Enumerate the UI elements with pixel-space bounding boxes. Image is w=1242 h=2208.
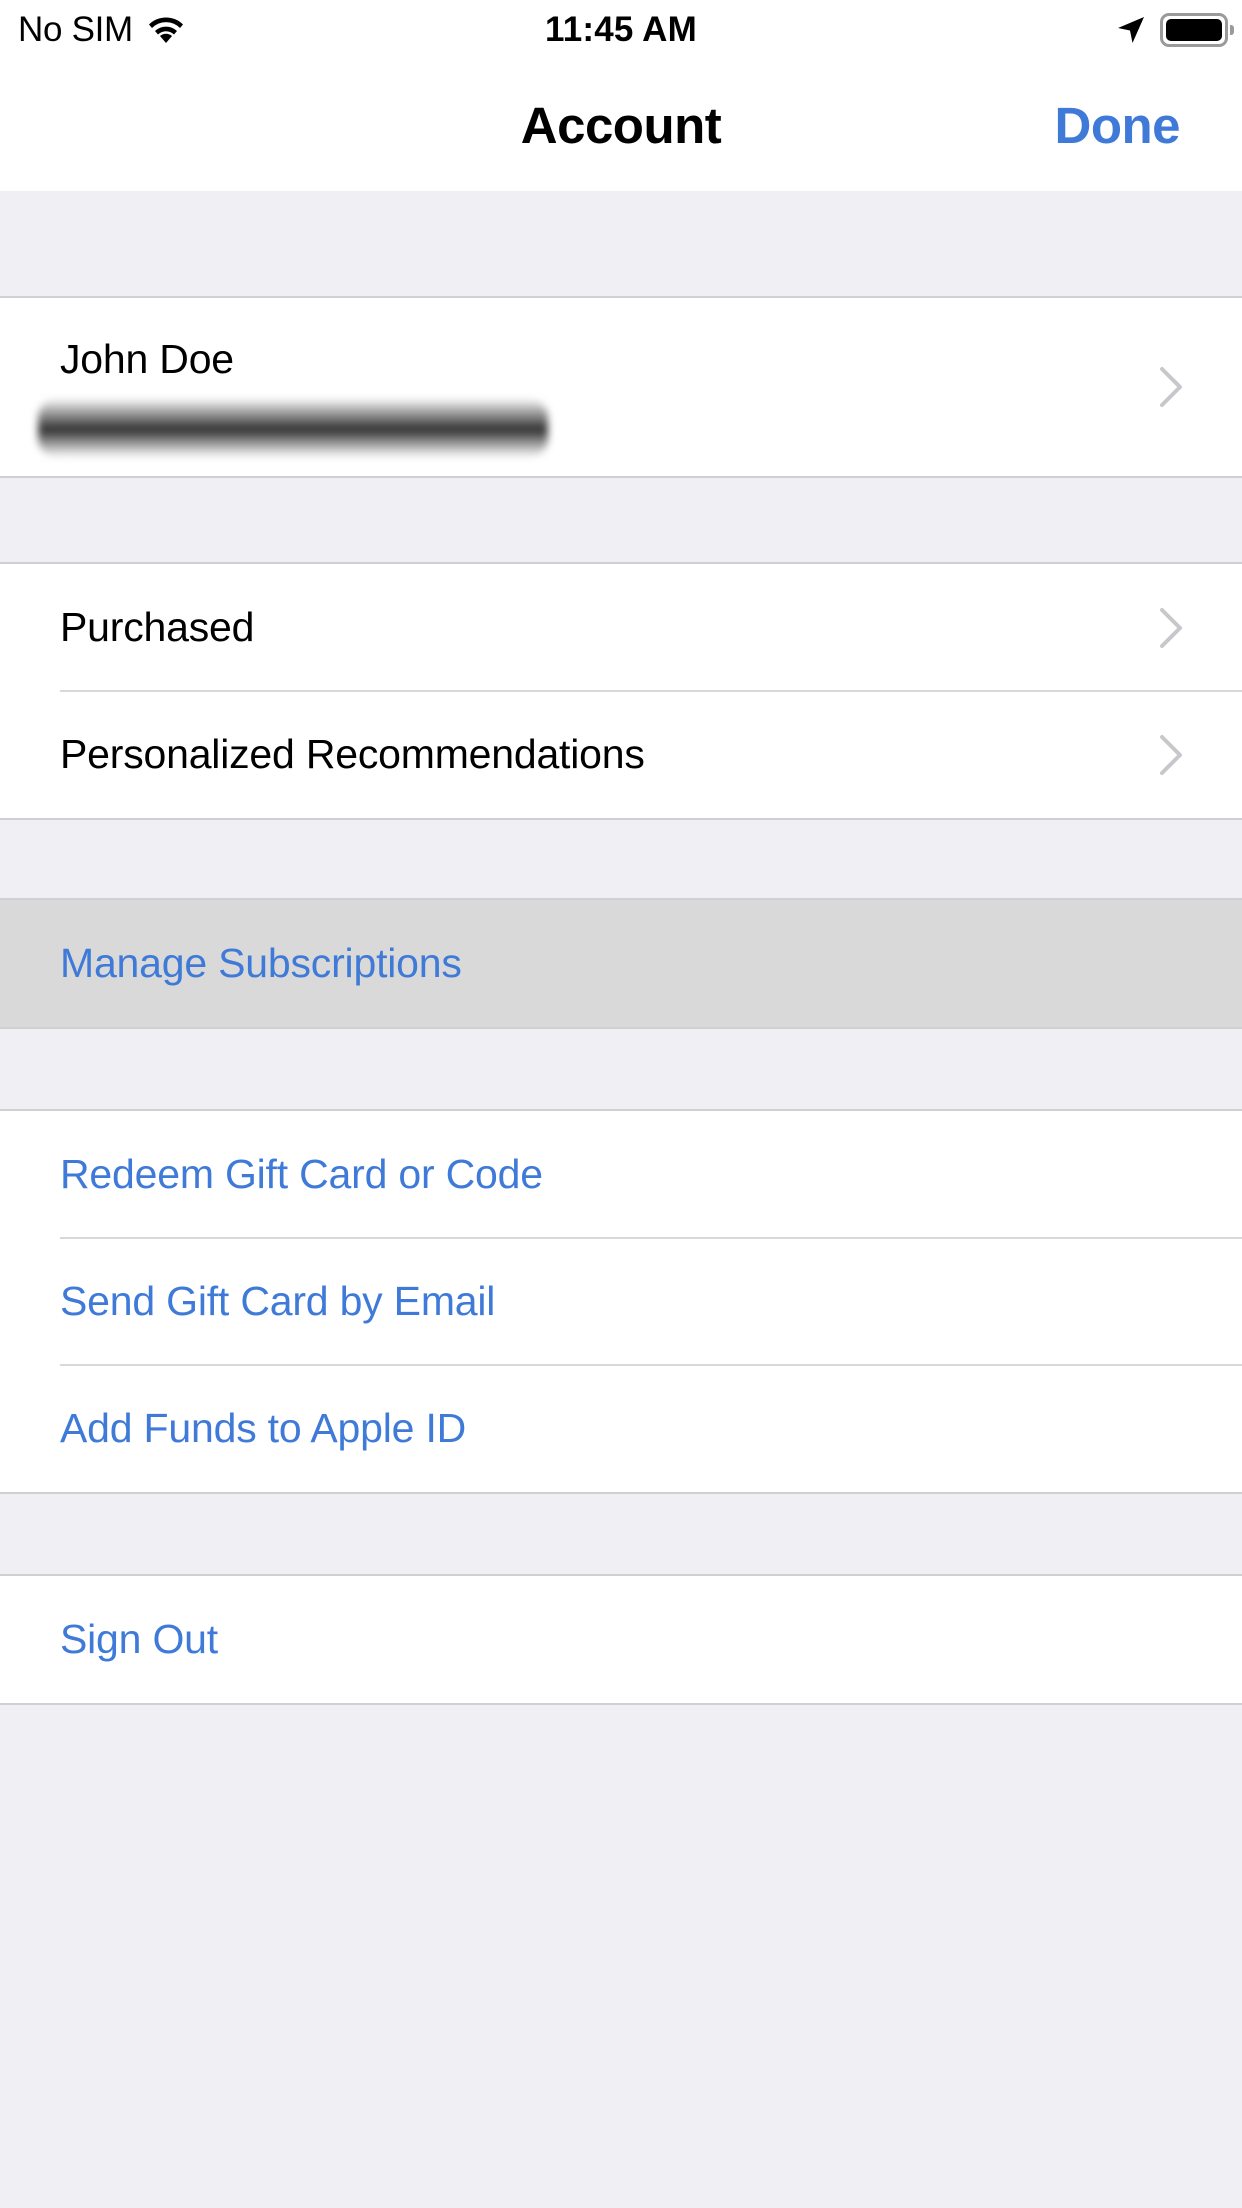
add-funds-label: Add Funds to Apple ID [60,1405,467,1451]
sign-out-button[interactable]: Sign Out [0,1576,1242,1703]
send-gift-card-button[interactable]: Send Gift Card by Email [0,1237,1242,1365]
manage-subscriptions-label: Manage Subscriptions [60,940,462,986]
done-button[interactable]: Done [1055,96,1181,155]
battery-fill [1166,19,1222,41]
nav-bar: Account Done [0,60,1242,191]
chevron-right-icon [1160,734,1182,775]
session-section: Sign Out [0,1574,1242,1705]
status-bar: No SIM 11:45 AM [0,0,1242,60]
profile-name: John Doe [60,336,234,382]
subscriptions-section: Manage Subscriptions [0,898,1242,1029]
location-arrow-icon [1118,17,1144,43]
redacted-email [38,398,548,458]
sign-out-label: Sign Out [60,1616,218,1662]
redeem-gift-card-label: Redeem Gift Card or Code [60,1151,543,1197]
battery-icon [1160,13,1234,47]
status-right [1116,12,1234,48]
send-gift-card-label: Send Gift Card by Email [60,1278,496,1324]
redeem-gift-card-button[interactable]: Redeem Gift Card or Code [0,1111,1242,1238]
personalized-recommendations-label: Personalized Recommendations [60,731,645,777]
profile-section: John Doe [0,296,1242,478]
battery-cap [1230,25,1234,35]
chevron-right-icon [1160,367,1182,407]
gift-cards-section: Redeem Gift Card or Code Send Gift Card … [0,1109,1242,1494]
library-section: Purchased Personalized Recommendations [0,562,1242,820]
chevron-right-icon [1160,607,1182,648]
status-time: 11:45 AM [544,10,698,49]
personalized-recommendations-row[interactable]: Personalized Recommendations [0,690,1242,818]
purchased-row[interactable]: Purchased [0,564,1242,691]
manage-subscriptions-button[interactable]: Manage Subscriptions [0,900,1242,1027]
purchased-label: Purchased [60,604,255,650]
add-funds-button[interactable]: Add Funds to Apple ID [0,1364,1242,1492]
profile-row[interactable]: John Doe [0,298,1242,476]
